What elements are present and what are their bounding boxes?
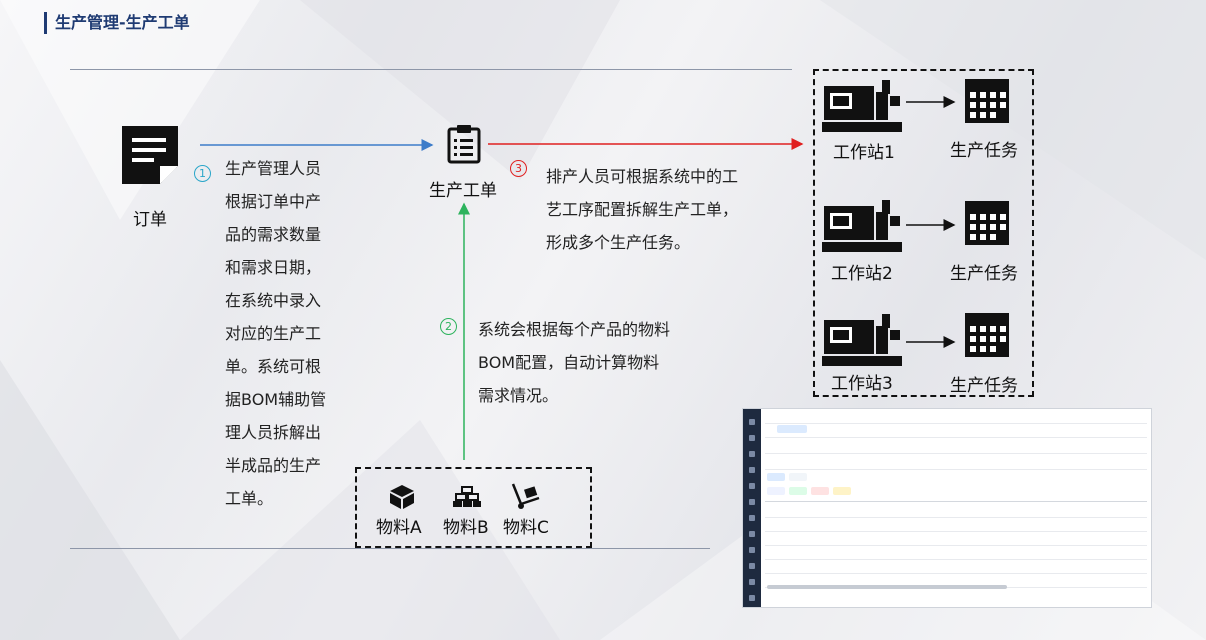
machine-icon bbox=[822, 80, 902, 132]
task2-label: 生产任务 bbox=[950, 264, 1018, 284]
task3-label: 生产任务 bbox=[950, 376, 1018, 396]
calendar-grid-icon bbox=[965, 201, 1009, 245]
material-c-label: 物料C bbox=[503, 518, 549, 538]
system-screenshot-thumbnail bbox=[742, 408, 1152, 608]
station2-label: 工作站2 bbox=[831, 264, 893, 284]
step3-text: 排产人员可根据系统中的工 艺工序配置拆解生产工单， 形成多个生产任务。 bbox=[546, 167, 739, 252]
box-icon bbox=[390, 485, 414, 509]
material-b-label: 物料B bbox=[443, 518, 489, 538]
step1-text: 生产管理人员 根据订单中产 品的需求数量 和需求日期， 在系统中录入 对应的生产工 单。… bbox=[225, 159, 327, 508]
station1-label: 工作站1 bbox=[833, 143, 895, 163]
bricks-icon bbox=[453, 486, 481, 507]
step2-badge: 2 bbox=[440, 318, 457, 335]
machine-icon bbox=[822, 200, 902, 252]
hand-truck-icon bbox=[511, 483, 540, 509]
step3-badge: 3 bbox=[510, 160, 527, 177]
calendar-grid-icon bbox=[965, 79, 1009, 123]
machine-icon bbox=[822, 314, 902, 366]
calendar-grid-icon bbox=[965, 313, 1009, 357]
step2-text: 系统会根据每个产品的物料 BOM配置，自动计算物料 需求情况。 bbox=[478, 320, 671, 405]
material-a-label: 物料A bbox=[376, 518, 422, 538]
task1-label: 生产任务 bbox=[950, 141, 1018, 161]
station3-label: 工作站3 bbox=[831, 374, 893, 394]
step1-badge: 1 bbox=[194, 165, 211, 182]
